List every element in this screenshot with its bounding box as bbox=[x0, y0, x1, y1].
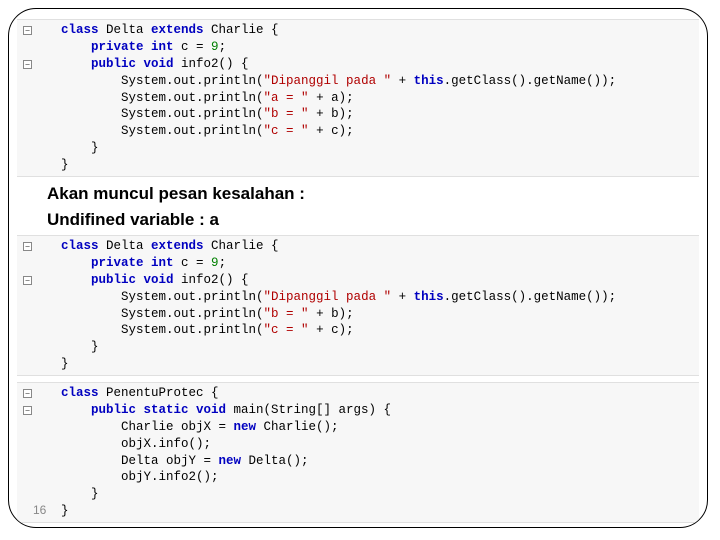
code-line: Charlie objX = new Charlie(); bbox=[17, 419, 699, 436]
fold-minus-icon: − bbox=[23, 276, 32, 285]
code-line: objY.info2(); bbox=[17, 469, 699, 486]
code-line: } bbox=[17, 356, 699, 373]
code-line: Delta objY = new Delta(); bbox=[17, 453, 699, 470]
code-line: System.out.println("c = " + c); bbox=[17, 322, 699, 339]
code-line: System.out.println("Dipanggil pada " + t… bbox=[17, 73, 699, 90]
code-line: − class Delta extends Charlie { bbox=[17, 238, 699, 255]
code-line: System.out.println("c = " + c); bbox=[17, 123, 699, 140]
code-block-1: − class Delta extends Charlie { private … bbox=[17, 19, 699, 177]
fold-minus-icon: − bbox=[23, 60, 32, 69]
code-line: objX.info(); bbox=[17, 436, 699, 453]
code-line: System.out.println("a = " + a); bbox=[17, 90, 699, 107]
gutter: − bbox=[23, 406, 61, 415]
code-line: − public void info2() { bbox=[17, 56, 699, 73]
fold-minus-icon: − bbox=[23, 389, 32, 398]
code-line: System.out.println("b = " + b); bbox=[17, 106, 699, 123]
code-line: } bbox=[17, 140, 699, 157]
code-text: class bbox=[61, 22, 99, 39]
fold-minus-icon: − bbox=[23, 26, 32, 35]
code-block-3: − class PenentuProtec { − public static … bbox=[17, 382, 699, 523]
gutter: − bbox=[23, 26, 61, 35]
code-line: − class Delta extends Charlie { bbox=[17, 22, 699, 39]
fold-minus-icon: − bbox=[23, 242, 32, 251]
gutter: − bbox=[23, 276, 61, 285]
code-line: − public void info2() { bbox=[17, 272, 699, 289]
page-number: 16 bbox=[33, 503, 46, 517]
code-line: private int c = 9; bbox=[17, 39, 699, 56]
code-line: } bbox=[17, 157, 699, 174]
code-line: − class PenentuProtec { bbox=[17, 385, 699, 402]
error-caption-line2: Undifined variable : a bbox=[47, 209, 699, 231]
code-line: private int c = 9; bbox=[17, 255, 699, 272]
code-line: } bbox=[17, 503, 699, 520]
code-block-2: − class Delta extends Charlie { private … bbox=[17, 235, 699, 376]
code-line: − public static void main(String[] args)… bbox=[17, 402, 699, 419]
code-line: } bbox=[17, 339, 699, 356]
gutter: − bbox=[23, 389, 61, 398]
gutter: − bbox=[23, 242, 61, 251]
slide-frame: − class Delta extends Charlie { private … bbox=[8, 8, 708, 528]
error-caption-line1: Akan muncul pesan kesalahan : bbox=[47, 183, 699, 205]
code-line: } bbox=[17, 486, 699, 503]
gutter: − bbox=[23, 60, 61, 69]
code-line: System.out.println("Dipanggil pada " + t… bbox=[17, 289, 699, 306]
code-line: System.out.println("b = " + b); bbox=[17, 306, 699, 323]
fold-minus-icon: − bbox=[23, 406, 32, 415]
